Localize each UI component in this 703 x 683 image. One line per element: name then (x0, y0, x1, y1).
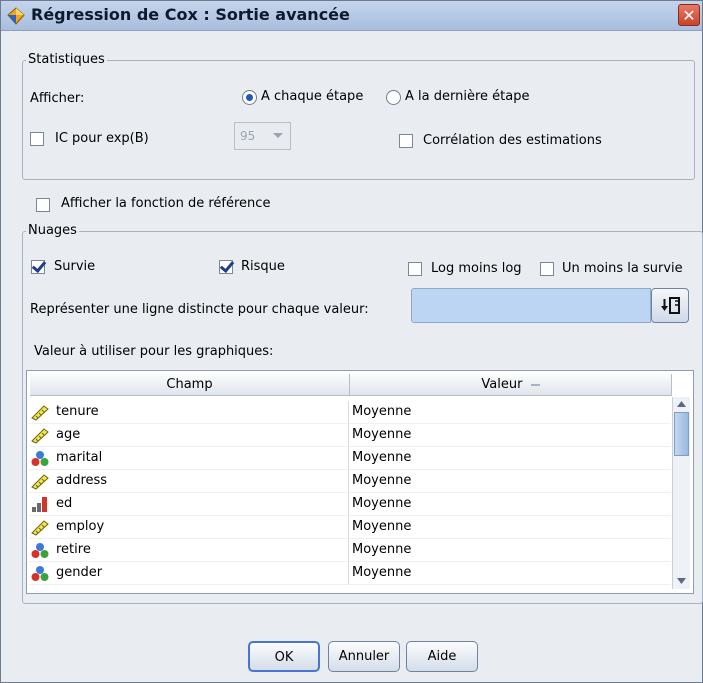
scroll-down-icon[interactable] (674, 574, 689, 588)
value-cell[interactable]: Moyenne (349, 493, 671, 516)
plot-values-table: Champ Valeur tenure Moyenne age Moyenne … (26, 370, 694, 594)
scroll-thumb[interactable] (674, 412, 689, 456)
ic-level-dropdown[interactable]: 95 (234, 122, 291, 150)
field-name: age (56, 427, 81, 442)
ic-checkbox[interactable] (30, 132, 44, 146)
statistiques-legend: Statistiques (26, 52, 107, 67)
annuler-button[interactable]: Annuler (328, 641, 400, 672)
close-button[interactable]: ✕ (678, 4, 700, 26)
field-cell[interactable]: tenure (29, 401, 349, 424)
table-row[interactable]: marital Moyenne (29, 447, 671, 470)
table-row[interactable]: employ Moyenne (29, 516, 671, 539)
field-name: employ (56, 519, 105, 534)
field-name: gender (56, 565, 103, 580)
field-cell[interactable]: marital (29, 447, 349, 470)
dialog-window: Régression de Cox : Sortie avancée ✕ Sta… (0, 0, 703, 683)
nominal-balls-icon (31, 566, 49, 581)
radio-last-step[interactable] (386, 90, 401, 105)
ruler-icon (31, 520, 49, 536)
field-cell[interactable]: retire (29, 539, 349, 562)
field-cell[interactable]: employ (29, 516, 349, 539)
column-header-champ-label: Champ (166, 377, 213, 392)
field-name: marital (56, 450, 103, 465)
window-title: Régression de Cox : Sortie avancée (31, 5, 350, 24)
table-row[interactable]: retire Moyenne (29, 539, 671, 562)
field-name: ed (56, 496, 73, 511)
survie-label[interactable]: Survie (54, 259, 95, 274)
ic-label[interactable]: IC pour exp(B) (55, 131, 149, 146)
table-row[interactable]: gender Moyenne (29, 562, 671, 585)
ruler-icon (31, 428, 49, 444)
field-cell[interactable]: gender (29, 562, 349, 585)
ic-level-value: 95 (240, 129, 256, 143)
close-icon: ✕ (682, 6, 696, 25)
field-picker-button[interactable] (651, 288, 689, 323)
radio-last-step-label[interactable]: A la dernière étape (405, 89, 529, 104)
log-moins-log-checkbox[interactable] (408, 262, 422, 276)
field-cell[interactable]: ed (29, 493, 349, 516)
value-cell[interactable]: Moyenne (349, 447, 671, 470)
value-cell[interactable]: Moyenne (349, 401, 671, 424)
chevron-down-icon (273, 133, 283, 138)
risque-label[interactable]: Risque (241, 259, 285, 274)
ok-button[interactable]: OK (248, 641, 320, 672)
value-cell[interactable]: Moyenne (349, 562, 671, 585)
field-picker-icon (661, 297, 680, 314)
table-row[interactable]: age Moyenne (29, 424, 671, 447)
separate-line-label: Représenter une ligne distincte pour cha… (30, 302, 369, 317)
baseline-label[interactable]: Afficher la fonction de référence (61, 196, 270, 211)
field-name: address (56, 473, 108, 488)
radio-each-step-label[interactable]: A chaque étape (261, 89, 363, 104)
table-row[interactable]: address Moyenne (29, 470, 671, 493)
plot-values-label: Valeur à utiliser pour les graphiques: (34, 344, 274, 359)
column-header-valeur-label: Valeur (481, 377, 523, 392)
field-name: tenure (56, 404, 99, 419)
statistiques-group (22, 60, 695, 180)
nominal-balls-icon (31, 543, 49, 558)
value-cell[interactable]: Moyenne (349, 424, 671, 447)
value-cell[interactable]: Moyenne (349, 470, 671, 493)
ruler-icon (31, 474, 49, 490)
nuages-legend: Nuages (26, 223, 79, 238)
radio-each-step[interactable] (242, 90, 257, 105)
table-row[interactable]: ed Moyenne (29, 493, 671, 516)
ordinal-bars-icon (32, 497, 47, 512)
nominal-balls-icon (31, 451, 49, 466)
value-cell[interactable]: Moyenne (349, 539, 671, 562)
scroll-up-icon[interactable] (674, 397, 689, 411)
baseline-checkbox[interactable] (36, 198, 50, 212)
un-moins-survie-checkbox[interactable] (540, 262, 554, 276)
aide-button[interactable]: Aide (406, 641, 478, 672)
field-cell[interactable]: address (29, 470, 349, 493)
field-name: retire (56, 542, 91, 557)
sort-indicator-icon (530, 383, 540, 386)
corr-label[interactable]: Corrélation des estimations (423, 133, 602, 148)
ruler-icon (31, 405, 49, 421)
afficher-label: Afficher: (30, 91, 85, 106)
column-header-valeur[interactable]: Valeur (350, 374, 672, 396)
app-diamond-icon (7, 7, 25, 25)
risque-checkbox[interactable] (219, 260, 233, 274)
separate-line-field[interactable] (411, 288, 651, 323)
log-moins-log-label[interactable]: Log moins log (431, 261, 522, 276)
field-cell[interactable]: age (29, 424, 349, 447)
value-cell[interactable]: Moyenne (349, 516, 671, 539)
survie-checkbox[interactable] (31, 260, 45, 274)
column-header-champ[interactable]: Champ (30, 374, 350, 396)
un-moins-survie-label[interactable]: Un moins la survie (562, 261, 683, 276)
title-bar[interactable]: Régression de Cox : Sortie avancée ✕ (1, 1, 702, 31)
table-row[interactable]: tenure Moyenne (29, 401, 671, 424)
table-scrollbar[interactable] (672, 397, 690, 589)
corr-checkbox[interactable] (399, 134, 413, 148)
